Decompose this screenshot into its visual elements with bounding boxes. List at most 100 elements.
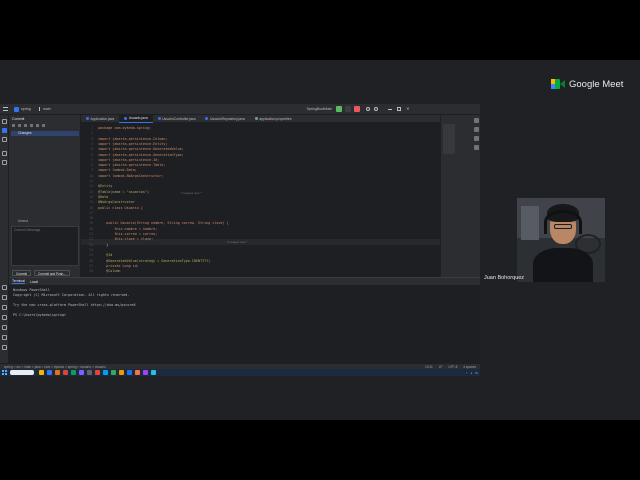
java-file-icon	[124, 116, 128, 120]
tab-usuario-controller-java[interactable]: UsuarioController.java	[153, 115, 201, 123]
code-line: this.clave = clave;	[98, 237, 154, 242]
terminal-panel[interactable]: Terminal Local Windows PowerShell Copyri…	[9, 277, 480, 363]
indent-setting[interactable]: 4 spaces	[463, 365, 476, 369]
structure-icon[interactable]	[2, 137, 7, 142]
taskbar-app-icon[interactable]	[103, 370, 108, 375]
commit-and-push-button[interactable]: Commit and Push...	[33, 270, 70, 276]
terminal-tabs: Terminal Local	[9, 278, 480, 285]
taskbar-app-icon[interactable]	[55, 370, 60, 375]
gradle-icon[interactable]	[474, 136, 479, 141]
run-tool-icon[interactable]	[2, 285, 7, 290]
tab-usuario-java[interactable]: Usuario.java	[119, 114, 153, 123]
tab-local[interactable]: Local	[30, 280, 38, 284]
taskbar-app-icon[interactable]	[111, 370, 116, 375]
line-number: 4	[91, 141, 93, 146]
project-tool-icon[interactable]	[2, 119, 7, 124]
line-number: 5	[91, 147, 93, 152]
notifications-icon[interactable]	[474, 118, 479, 123]
participant-video-tile[interactable]	[517, 198, 605, 282]
run-config-label[interactable]: SpringBootMain	[307, 107, 333, 111]
run-icon[interactable]	[336, 106, 343, 112]
volume-icon[interactable]: ◖	[470, 371, 472, 375]
search-icon[interactable]	[366, 107, 371, 111]
code-line: import jakarta.persistence.Id;	[98, 157, 160, 162]
project-label[interactable]: spring	[21, 107, 31, 111]
group-icon[interactable]	[36, 124, 39, 127]
commit-icon[interactable]	[2, 128, 7, 133]
commit-message-field[interactable]: Commit Message	[11, 226, 79, 266]
build-icon[interactable]	[2, 295, 7, 300]
taskbar-app-icon[interactable]	[47, 370, 52, 375]
taskbar-app-icon[interactable]	[39, 370, 44, 375]
meet-camera-icon	[551, 79, 565, 89]
diff-icon[interactable]	[30, 124, 33, 127]
code-line: @Data	[98, 194, 109, 199]
wifi-icon[interactable]: ◔	[466, 371, 468, 375]
taskbar-search-box[interactable]	[9, 370, 34, 375]
minimap[interactable]	[443, 124, 455, 154]
tab-terminal[interactable]: Terminal	[12, 279, 25, 284]
code-line: @GeneratedValue(strategy = GenerationTyp…	[98, 258, 211, 263]
ai-assistant-icon[interactable]	[474, 145, 479, 150]
line-number: 11	[89, 179, 93, 183]
right-tool-strip	[440, 115, 480, 277]
battery-icon[interactable]: ▭	[475, 371, 478, 375]
debug-icon[interactable]	[345, 106, 352, 112]
line-separator[interactable]: LF	[439, 365, 443, 369]
rollback-icon[interactable]	[18, 124, 21, 127]
screen-share: spring main SpringBootMain ✕ Commit Chan…	[0, 104, 480, 376]
file-encoding[interactable]: UTF-8	[448, 365, 457, 369]
taskbar-app-icon[interactable]	[151, 370, 156, 375]
taskbar-app-icon[interactable]	[143, 370, 148, 375]
git-icon[interactable]	[2, 335, 7, 340]
todo-icon[interactable]	[2, 345, 7, 350]
services-icon[interactable]	[2, 305, 7, 310]
pull-requests-icon[interactable]	[2, 160, 7, 165]
code-line: import jakarta.persistence.Entity;	[98, 141, 168, 146]
amend-checkbox-label[interactable]: Amend	[18, 219, 28, 223]
taskbar-app-icon[interactable]	[63, 370, 68, 375]
branch-icon[interactable]	[38, 107, 42, 111]
maximize-icon[interactable]	[397, 107, 402, 111]
tab-usuario-repository-java[interactable]: UsuarioRepository.java	[200, 115, 249, 123]
code-editor[interactable]: 1 2 3 4 5 6 7 8 9 10 11 12 13 14 15 16 17 18 19 20 21 22 23 24 2…	[81, 123, 440, 277]
database-icon[interactable]	[474, 127, 479, 132]
terminal-tool-icon[interactable]	[2, 315, 7, 320]
code-line: @Table(name = "usuarios")	[98, 189, 150, 194]
tab-application-properties[interactable]: application.properties	[250, 115, 297, 123]
taskbar-app-icon[interactable]	[95, 370, 100, 375]
minimize-icon[interactable]	[388, 108, 393, 110]
stop-icon[interactable]	[354, 106, 361, 112]
expand-icon[interactable]	[42, 124, 45, 127]
line-number: 20	[89, 226, 93, 231]
left-tool-strip	[0, 115, 9, 363]
taskbar-app-icon[interactable]	[127, 370, 132, 375]
project-icon[interactable]	[14, 106, 19, 112]
line-number: 18	[89, 216, 93, 221]
taskbar-app-icon[interactable]	[79, 370, 84, 375]
cursor-position[interactable]: 19:11	[425, 365, 433, 369]
taskbar-app-icon[interactable]	[135, 370, 140, 375]
taskbar-app-icon[interactable]	[119, 370, 124, 375]
system-tray: ◔ ◖ ▭	[466, 371, 478, 375]
status-breadcrumb[interactable]: spring > src > main > java > com > byked…	[4, 365, 106, 369]
tab-application-java[interactable]: Application.java	[81, 115, 119, 123]
code-line: public class Usuario {	[98, 205, 143, 210]
code-line: import jakarta.persistence.GenerationTyp…	[98, 152, 184, 157]
refresh-icon[interactable]	[12, 124, 15, 127]
terminal-prompt[interactable]: PS C:\Users\bykedo\spring>	[13, 313, 68, 317]
problems-icon[interactable]	[2, 325, 7, 330]
windows-start-icon[interactable]	[2, 370, 7, 375]
download-icon[interactable]	[24, 124, 27, 127]
close-icon[interactable]: ✕	[406, 107, 409, 111]
bookmarks-icon[interactable]	[2, 151, 7, 156]
branch-label[interactable]: main	[43, 107, 51, 111]
changes-list-item[interactable]: Changes	[11, 131, 79, 136]
taskbar-app-icon[interactable]	[87, 370, 92, 375]
commit-button[interactable]: Commit	[12, 270, 31, 276]
terminal-line: Try the new cross-platform PowerShell ht…	[13, 303, 136, 307]
taskbar-app-icon[interactable]	[71, 370, 76, 375]
settings-icon[interactable]	[374, 107, 379, 111]
line-number: 27	[89, 263, 93, 268]
hamburger-menu-icon[interactable]	[3, 107, 8, 111]
